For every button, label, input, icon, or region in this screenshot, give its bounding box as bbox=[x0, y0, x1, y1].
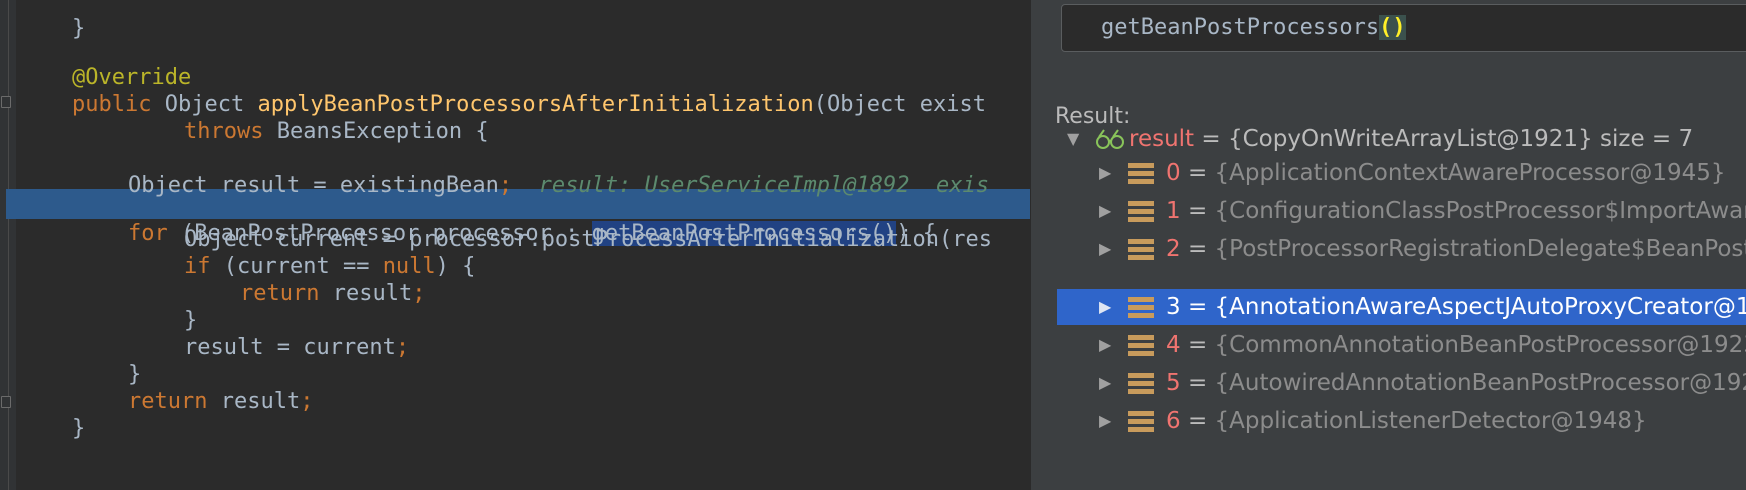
item-value: {PostProcessorRegistrationDelegate$BeanP… bbox=[1214, 236, 1746, 262]
code-line: result = current; bbox=[0, 303, 1030, 360]
equals-sign: = bbox=[1180, 294, 1215, 320]
equals-sign: = bbox=[1180, 332, 1215, 358]
item-value: {CommonAnnotationBeanPostProcessor@1923} bbox=[1214, 332, 1746, 358]
item-value: {ConfigurationClassPostProcessor$ImportA… bbox=[1214, 198, 1746, 224]
tree-item-row[interactable]: ▶ 2 = {PostProcessorRegistrationDelegate… bbox=[1057, 231, 1746, 267]
item-value: {AutowiredAnnotationBeanPostProcessor@19… bbox=[1214, 370, 1746, 396]
tree-item-row[interactable]: ▶ 0 = {ApplicationContextAwareProcessor@… bbox=[1057, 155, 1746, 191]
code-line: } bbox=[0, 0, 1030, 41]
size-label: size = 7 bbox=[1592, 126, 1694, 152]
equals-sign: = bbox=[1180, 370, 1215, 396]
field-icon bbox=[1128, 297, 1154, 318]
collapsed-arrow-icon[interactable]: ▶ bbox=[1099, 365, 1111, 401]
expression-parens: () bbox=[1379, 15, 1406, 40]
closing-brace: } bbox=[72, 416, 86, 441]
collapsed-arrow-icon[interactable]: ▶ bbox=[1099, 289, 1111, 325]
code-line: Object current = processor.postProcessAf… bbox=[0, 195, 1030, 252]
field-icon bbox=[1128, 411, 1154, 432]
variable-value: {CopyOnWriteArrayList@1921} bbox=[1227, 126, 1593, 152]
item-index: 2 bbox=[1166, 236, 1181, 262]
evaluate-expression-panel: getBeanPostProcessors() Result: ▼ result… bbox=[1030, 0, 1746, 490]
item-index: 6 bbox=[1166, 408, 1181, 434]
collapsed-arrow-icon[interactable]: ▶ bbox=[1099, 403, 1111, 439]
tree-item-row[interactable]: ▶ 1 = {ConfigurationClassPostProcessor$I… bbox=[1057, 193, 1746, 229]
field-icon bbox=[1128, 239, 1154, 260]
equals-sign: = bbox=[1180, 160, 1215, 186]
code-line: if (current == null) { bbox=[0, 222, 1030, 279]
item-value: {ApplicationListenerDetector@1948} bbox=[1214, 408, 1647, 434]
equals-sign: = bbox=[1180, 236, 1215, 262]
item-index: 5 bbox=[1166, 370, 1181, 396]
tree-root-row[interactable]: ▼ result = {CopyOnWriteArrayList@1921} s… bbox=[1057, 121, 1746, 157]
collapsed-arrow-icon[interactable]: ▶ bbox=[1099, 327, 1111, 363]
item-index: 3 bbox=[1166, 294, 1181, 320]
code-line: @Override bbox=[0, 33, 1030, 90]
code-line: } bbox=[0, 384, 1030, 441]
collapsed-arrow-icon[interactable]: ▶ bbox=[1099, 155, 1111, 191]
item-index: 0 bbox=[1166, 160, 1181, 186]
tree-item-row[interactable]: ▶ 4 = {CommonAnnotationBeanPostProcessor… bbox=[1057, 327, 1746, 363]
tree-item-row[interactable]: ▶ 5 = {AutowiredAnnotationBeanPostProces… bbox=[1057, 365, 1746, 401]
expanded-arrow-icon[interactable]: ▼ bbox=[1067, 121, 1079, 157]
expression-text: getBeanPostProcessors bbox=[1101, 15, 1380, 40]
variable-name: result bbox=[1129, 126, 1195, 152]
field-icon bbox=[1128, 373, 1154, 394]
code-line: } bbox=[0, 330, 1030, 387]
code-line: return result; bbox=[0, 249, 1030, 306]
item-index: 1 bbox=[1166, 198, 1181, 224]
tree-item-row-selected[interactable]: ▶ 3 = {AnnotationAwareAspectJAutoProxyCr… bbox=[1057, 289, 1746, 325]
item-value: {AnnotationAwareAspectJAutoProxyCreator@… bbox=[1214, 294, 1746, 320]
field-icon bbox=[1128, 201, 1154, 222]
tree-item-row[interactable]: ▶ 6 = {ApplicationListenerDetector@1948} bbox=[1057, 403, 1746, 439]
code-line: } bbox=[0, 276, 1030, 333]
field-icon bbox=[1128, 335, 1154, 356]
collapsed-arrow-icon[interactable]: ▶ bbox=[1099, 231, 1111, 267]
item-value: {ApplicationContextAwareProcessor@1945} bbox=[1214, 160, 1726, 186]
code-line: throws BeansException { bbox=[0, 87, 1030, 144]
equals-sign: = bbox=[1180, 198, 1215, 224]
code-line: public Object applyBeanPostProcessorsAft… bbox=[0, 60, 1030, 117]
code-line: return result; bbox=[0, 357, 1030, 414]
item-index: 4 bbox=[1166, 332, 1181, 358]
code-line: Object result = existingBean; result: Us… bbox=[0, 141, 1030, 198]
collapsed-arrow-icon[interactable]: ▶ bbox=[1099, 193, 1111, 229]
expression-input[interactable]: getBeanPostProcessors() bbox=[1061, 4, 1746, 52]
code-editor[interactable]: } @Override public Object applyBeanPostP… bbox=[0, 0, 1030, 490]
watch-glasses-icon bbox=[1096, 129, 1124, 149]
equals-sign: = bbox=[1194, 126, 1228, 152]
field-icon bbox=[1128, 163, 1154, 184]
equals-sign: = bbox=[1180, 408, 1215, 434]
